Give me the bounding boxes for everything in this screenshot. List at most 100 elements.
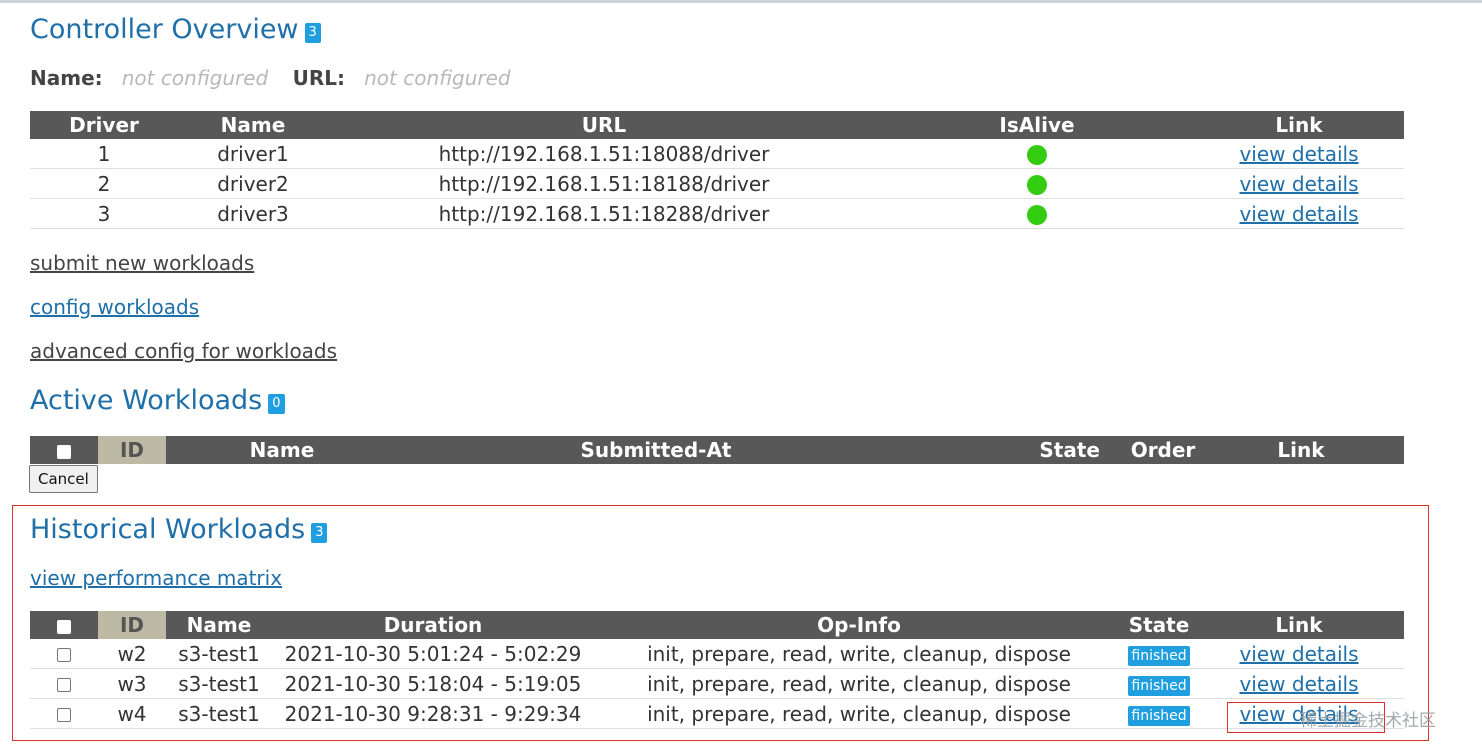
submit-workloads-link[interactable]: submit new workloads — [30, 251, 254, 275]
state-badge: finished — [1128, 676, 1190, 696]
workload-id: w4 — [98, 698, 166, 729]
row-checkbox[interactable] — [57, 678, 71, 692]
workload-name: s3-test1 — [166, 668, 272, 699]
watermark: 稀土掘金技术社区 — [1300, 711, 1436, 731]
workload-name: s3-test1 — [166, 698, 272, 729]
workload-state-cell: finished — [1124, 698, 1194, 729]
historical-workloads-title: Historical Workloads 3 — [30, 513, 328, 547]
driver-row: 2 driver2 http://192.168.1.51:18188/driv… — [30, 168, 1404, 199]
workload-state-cell: finished — [1124, 668, 1194, 699]
col-order: Order — [1128, 436, 1198, 464]
col-name: Name — [178, 111, 328, 139]
table-row: w2 s3-test1 2021-10-30 5:01:24 - 5:02:29… — [30, 639, 1404, 669]
col-link: Link — [1194, 111, 1404, 139]
advanced-config-link[interactable]: advanced config for workloads — [30, 339, 337, 363]
driver-name: driver3 — [178, 198, 328, 229]
workload-view-details-link[interactable]: view details — [1239, 672, 1358, 696]
driver-link-cell: view details — [1194, 168, 1404, 199]
cancel-button[interactable]: Cancel — [29, 465, 98, 493]
historical-workloads-table: ID Name Duration Op-Info State Link w2 s… — [30, 611, 1404, 729]
driver-view-details-link[interactable]: view details — [1239, 202, 1358, 226]
driver-alive — [880, 198, 1194, 229]
workload-op-info: init, prepare, read, write, cleanup, dis… — [594, 698, 1124, 729]
col-link: Link — [1194, 611, 1404, 639]
select-all-checkbox[interactable] — [57, 444, 71, 459]
active-count-badge: 0 — [268, 393, 285, 414]
row-checkbox[interactable] — [57, 708, 71, 722]
active-workloads-table: ID Name Submitted-At State Order Link — [30, 436, 1404, 464]
name-label: Name — [30, 66, 95, 90]
col-duration: Duration — [272, 611, 594, 639]
col-name: Name — [166, 436, 398, 464]
workload-link-cell: view details — [1194, 668, 1404, 699]
workload-op-info: init, prepare, read, write, cleanup, dis… — [594, 668, 1124, 699]
workload-state-cell: finished — [1124, 639, 1194, 669]
driver-name: driver1 — [178, 139, 328, 169]
state-badge: finished — [1128, 706, 1190, 726]
driver-link-cell: view details — [1194, 139, 1404, 169]
controller-meta: Name: not configured URL: not configured — [30, 66, 511, 90]
top-border — [0, 0, 1482, 3]
table-row: w4 s3-test1 2021-10-30 9:28:31 - 9:29:34… — [30, 698, 1404, 729]
row-checkbox[interactable] — [57, 648, 71, 662]
driver-count-badge: 3 — [304, 22, 321, 43]
driver-alive — [880, 168, 1194, 199]
workload-duration: 2021-10-30 5:01:24 - 5:02:29 — [272, 639, 594, 669]
alive-status-icon — [1027, 145, 1047, 165]
col-name: Name — [166, 611, 272, 639]
col-state: State — [1124, 611, 1194, 639]
driver-id: 3 — [30, 198, 178, 229]
col-op-info: Op-Info — [594, 611, 1124, 639]
row-select-cell — [30, 698, 98, 729]
col-url: URL — [328, 111, 880, 139]
state-badge: finished — [1128, 646, 1190, 666]
driver-url: http://192.168.1.51:18288/driver — [328, 198, 880, 229]
driver-alive — [880, 139, 1194, 169]
controller-overview-title-text: Controller Overview — [30, 14, 299, 45]
driver-url: http://192.168.1.51:18088/driver — [328, 139, 880, 169]
col-state: State — [914, 436, 1128, 464]
driver-url: http://192.168.1.51:18188/driver — [328, 168, 880, 199]
col-driver: Driver — [30, 111, 178, 139]
workload-id: w3 — [98, 668, 166, 699]
select-all-checkbox[interactable] — [57, 619, 71, 634]
driver-id: 2 — [30, 168, 178, 199]
active-header-row: ID Name Submitted-At State Order Link — [30, 436, 1404, 464]
url-label: URL — [292, 66, 338, 90]
controller-overview-title: Controller Overview 3 — [30, 13, 321, 47]
drivers-header-row: Driver Name URL IsAlive Link — [30, 111, 1404, 139]
historical-workloads-title-text: Historical Workloads — [30, 514, 306, 545]
driver-id: 1 — [30, 139, 178, 169]
active-workloads-title-text: Active Workloads — [30, 385, 263, 416]
row-select-cell — [30, 639, 98, 669]
workload-view-details-link[interactable]: view details — [1239, 642, 1358, 666]
select-all-cell — [30, 436, 98, 464]
active-workloads-title: Active Workloads 0 — [30, 384, 285, 418]
workload-op-info: init, prepare, read, write, cleanup, dis… — [594, 639, 1124, 669]
name-value: not configured — [121, 66, 269, 90]
workload-id: w2 — [98, 639, 166, 669]
col-isalive: IsAlive — [880, 111, 1194, 139]
driver-view-details-link[interactable]: view details — [1239, 142, 1358, 166]
col-submitted-at: Submitted-At — [398, 436, 914, 464]
historical-count-badge: 3 — [311, 522, 328, 543]
workload-duration: 2021-10-30 9:28:31 - 9:29:34 — [272, 698, 594, 729]
drivers-table: Driver Name URL IsAlive Link 1 driver1 h… — [30, 111, 1404, 229]
historical-header-row: ID Name Duration Op-Info State Link — [30, 611, 1404, 639]
col-id[interactable]: ID — [98, 611, 166, 639]
table-row: w3 s3-test1 2021-10-30 5:18:04 - 5:19:05… — [30, 668, 1404, 699]
alive-status-icon — [1027, 175, 1047, 195]
driver-name: driver2 — [178, 168, 328, 199]
alive-status-icon — [1027, 205, 1047, 225]
url-value: not configured — [364, 66, 511, 90]
driver-row: 1 driver1 http://192.168.1.51:18088/driv… — [30, 139, 1404, 169]
workload-duration: 2021-10-30 5:18:04 - 5:19:05 — [272, 668, 594, 699]
driver-view-details-link[interactable]: view details — [1239, 172, 1358, 196]
col-id[interactable]: ID — [98, 436, 166, 464]
col-link: Link — [1198, 436, 1404, 464]
driver-row: 3 driver3 http://192.168.1.51:18288/driv… — [30, 198, 1404, 229]
driver-link-cell: view details — [1194, 198, 1404, 229]
config-workloads-link[interactable]: config workloads — [30, 295, 199, 319]
view-performance-matrix-link[interactable]: view performance matrix — [30, 566, 282, 590]
select-all-cell — [30, 611, 98, 639]
